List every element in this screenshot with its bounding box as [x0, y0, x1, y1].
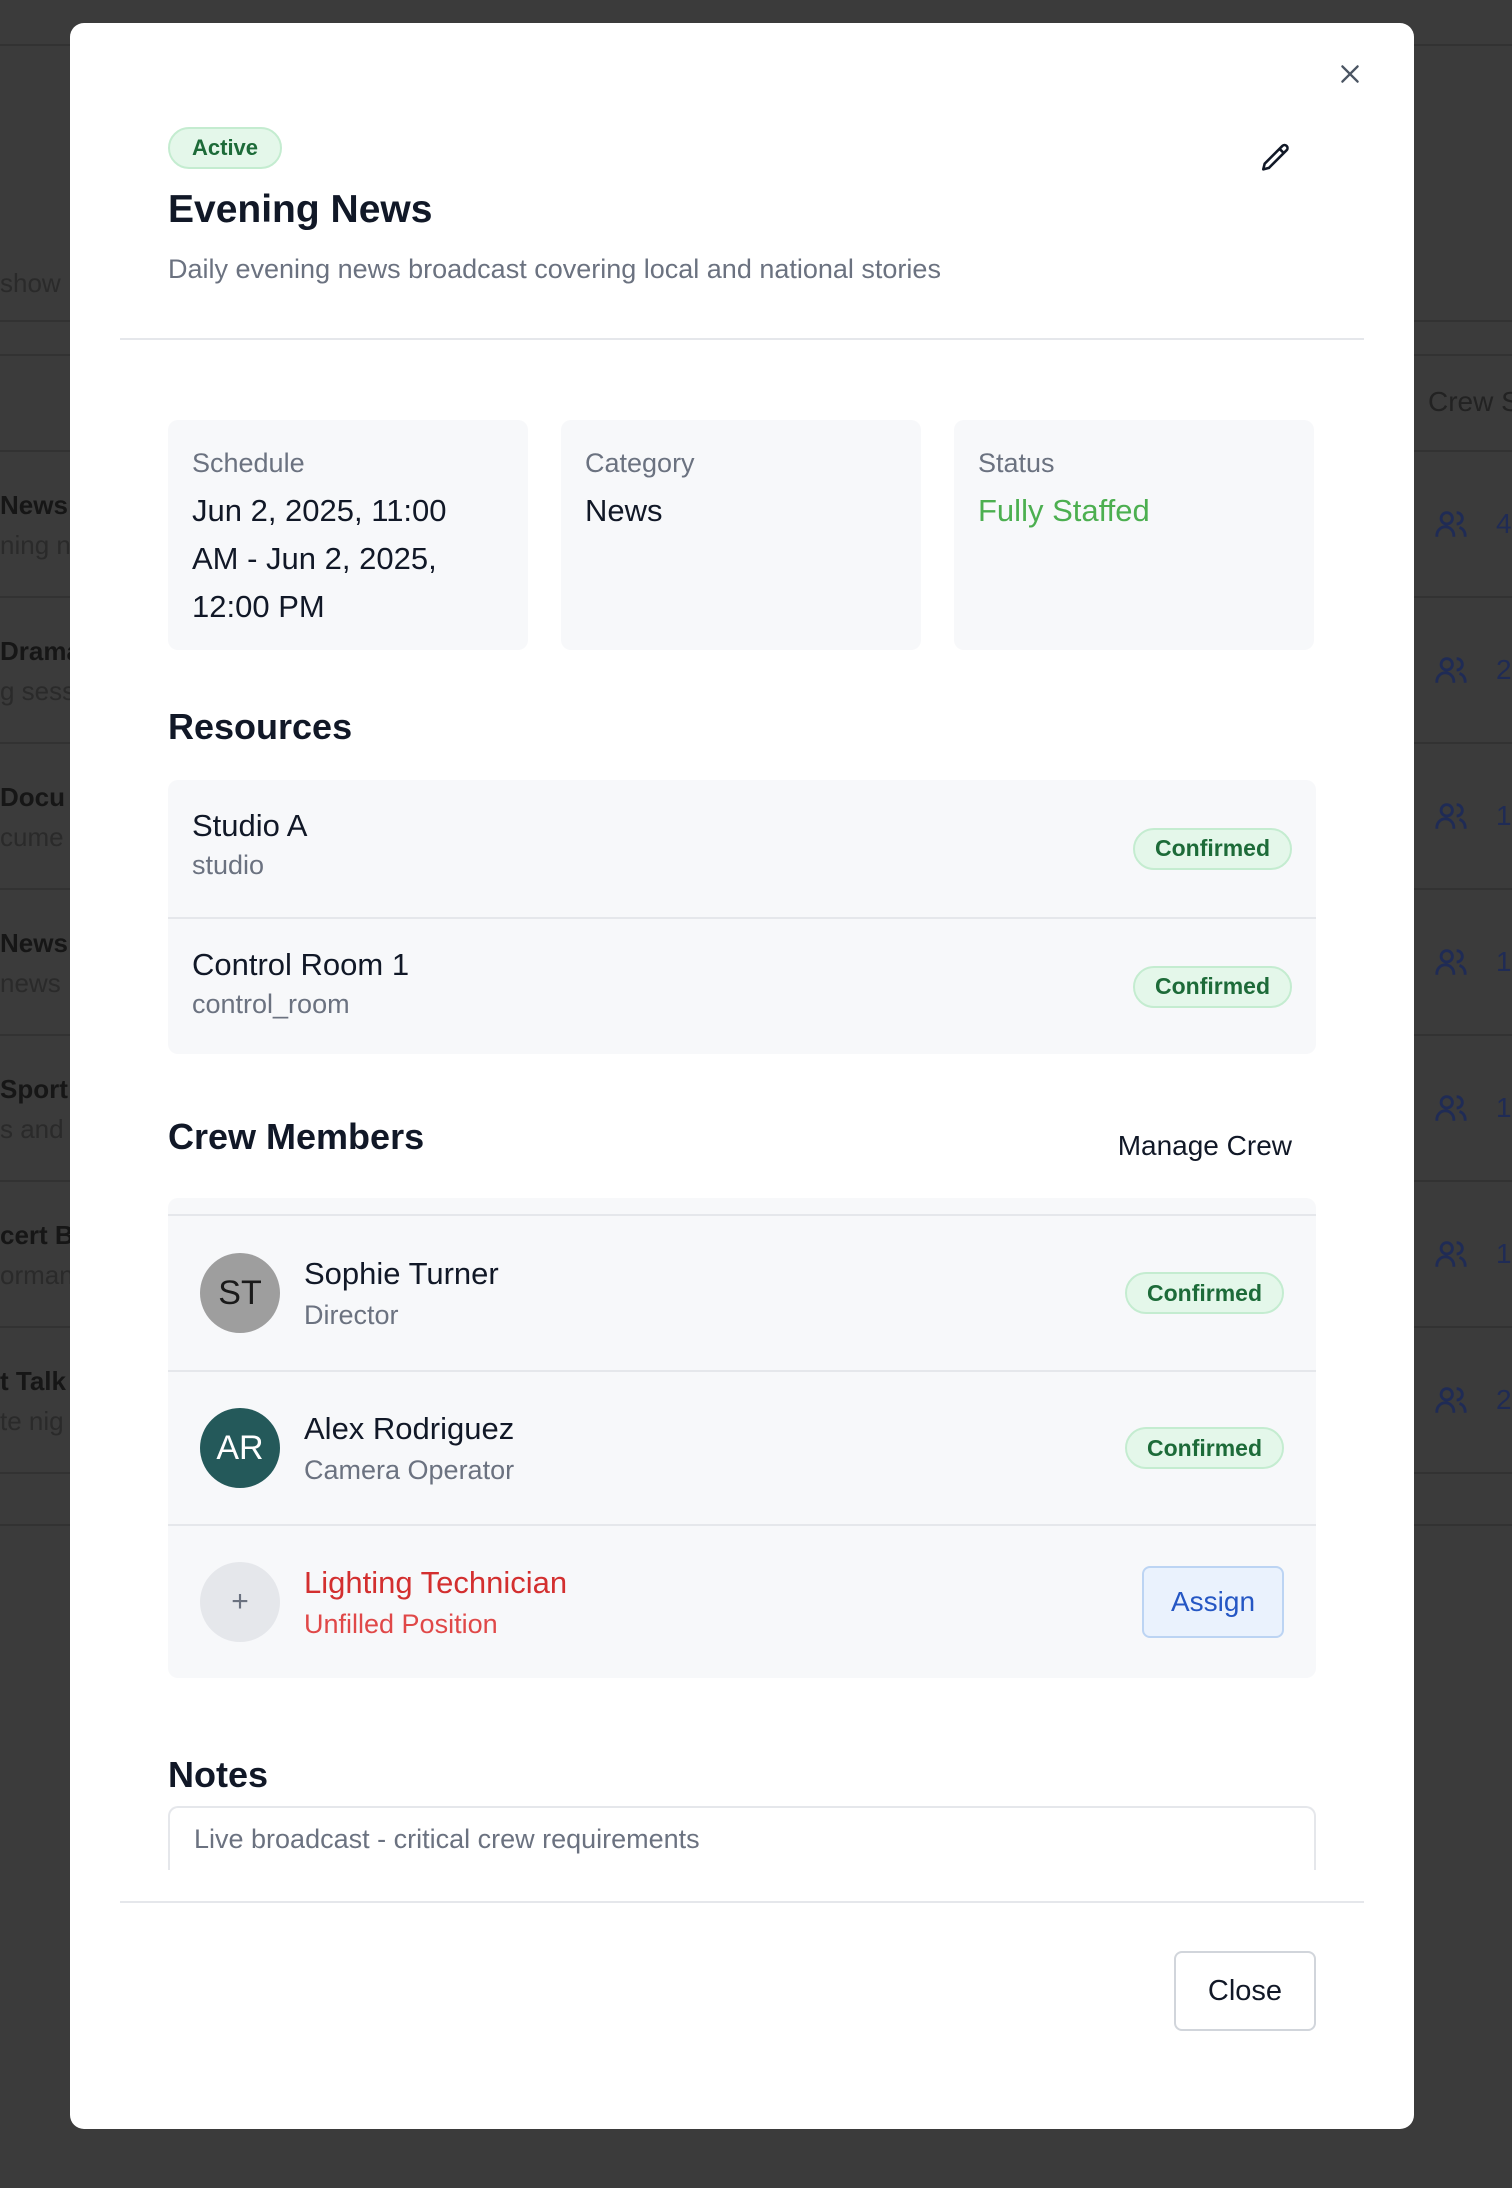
bg-row-sub: te nig — [0, 1406, 64, 1436]
users-icon — [1435, 657, 1467, 683]
resource-item: Control Room 1 control_room Confirmed — [168, 917, 1316, 1054]
bg-crew-column-header: Crew S — [1428, 386, 1512, 417]
resource-name: Control Room 1 — [192, 947, 410, 982]
crew-member-role: Director — [304, 1299, 399, 1330]
users-icon — [1435, 511, 1467, 537]
close-button[interactable]: Close — [1174, 1951, 1316, 2031]
status-value: Fully Staffed — [978, 493, 1150, 528]
schedule-value-line: Jun 2, 2025, 11:00 — [192, 493, 447, 528]
close-dialog-button[interactable] — [1330, 54, 1370, 94]
crew-status-badge: Confirmed — [1125, 1272, 1284, 1314]
bg-row-sub: orman — [0, 1260, 74, 1290]
status-badge: Active — [168, 127, 283, 169]
bg-row-title: t Talk — [0, 1366, 66, 1396]
pencil-icon — [1261, 143, 1289, 171]
resource-name: Studio A — [192, 808, 308, 843]
resource-type: control_room — [192, 989, 350, 1019]
unfilled-position-label: Unfilled Position — [304, 1608, 498, 1639]
unfilled-position-name: Lighting Technician — [304, 1564, 568, 1600]
avatar: ST — [200, 1253, 280, 1333]
schedule-card: Schedule Jun 2, 2025, 11:00 AM - Jun 2, … — [168, 420, 528, 650]
bg-row-title: cert B — [0, 1220, 74, 1250]
resource-status-badge: Confirmed — [1133, 965, 1292, 1008]
bg-row-title: News — [0, 490, 68, 520]
event-details-modal: Active Evening News Daily evening news b… — [70, 23, 1414, 2129]
bg-row-crew: 1 — [1434, 799, 1512, 833]
event-description: Daily evening news broadcast covering lo… — [168, 254, 941, 284]
category-label: Category — [585, 448, 695, 478]
notes-heading: Notes — [168, 1754, 269, 1795]
resource-item: Studio A studio Confirmed — [168, 780, 1316, 917]
avatar: AR — [200, 1408, 280, 1488]
bg-row-title: Sport — [0, 1074, 68, 1104]
resource-type: studio — [192, 850, 265, 880]
bg-row-sub: ning n — [0, 530, 71, 560]
bg-row-title: Docu — [0, 782, 65, 812]
schedule-label: Schedule — [192, 448, 305, 478]
bg-row-crew: 2 — [1434, 1383, 1512, 1417]
bg-row-crew: 1 — [1434, 945, 1512, 979]
close-icon — [1341, 65, 1359, 83]
resource-status-badge: Confirmed — [1133, 827, 1292, 870]
crew-status-badge: Confirmed — [1125, 1427, 1284, 1469]
bg-row-crew: 4 — [1434, 507, 1512, 541]
bg-row-title: Drama — [0, 636, 81, 666]
crew-member-name: Sophie Turner — [304, 1255, 499, 1291]
resources-heading: Resources — [168, 706, 353, 747]
status-label: Status — [978, 448, 1055, 478]
notes-field[interactable]: Live broadcast - critical crew requireme… — [168, 1806, 1316, 1870]
bg-row-crew: 1 — [1434, 1237, 1512, 1271]
users-icon — [1435, 1387, 1467, 1413]
bg-row-sub: news — [0, 968, 61, 998]
manage-crew-button[interactable]: Manage Crew — [1090, 1118, 1316, 1174]
crew-member-role: Camera Operator — [304, 1454, 515, 1485]
status-card: Status Fully Staffed — [954, 420, 1314, 650]
bg-row-sub: g sess — [0, 676, 76, 706]
plus-icon: + — [200, 1562, 280, 1642]
category-card: Category News — [561, 420, 921, 650]
bg-row-sub: s and — [0, 1114, 64, 1144]
crew-member-row: AR Alex Rodriguez Camera Operator Confir… — [168, 1370, 1316, 1524]
bg-search-text: show — [0, 268, 61, 298]
resources-list: Studio A studio Confirmed Control Room 1… — [168, 780, 1316, 1054]
users-icon — [1435, 1095, 1467, 1121]
crew-member-row: ST Sophie Turner Director Confirmed — [168, 1216, 1316, 1370]
crew-member-name: Alex Rodriguez — [304, 1410, 515, 1446]
unfilled-position-row: + Lighting Technician Unfilled Position … — [168, 1524, 1316, 1678]
bg-row-crew: 1 — [1434, 1091, 1512, 1125]
event-title: Evening News — [168, 188, 433, 231]
bg-row-crew: 2 — [1434, 653, 1512, 687]
crew-list: ST Sophie Turner Director Confirmed AR A… — [168, 1198, 1316, 1678]
users-icon — [1435, 1241, 1467, 1267]
users-icon — [1435, 803, 1467, 829]
assign-button[interactable]: Assign — [1142, 1566, 1284, 1638]
header-divider — [120, 338, 1364, 340]
category-value: News — [585, 493, 663, 528]
users-icon — [1435, 949, 1467, 975]
bg-row-sub: cume — [0, 822, 64, 852]
edit-button[interactable] — [1254, 136, 1298, 180]
schedule-value-line: 12:00 PM — [192, 589, 325, 624]
footer-divider — [120, 1901, 1364, 1903]
schedule-value-line: AM - Jun 2, 2025, — [192, 541, 437, 576]
crew-heading: Crew Members — [168, 1116, 425, 1157]
